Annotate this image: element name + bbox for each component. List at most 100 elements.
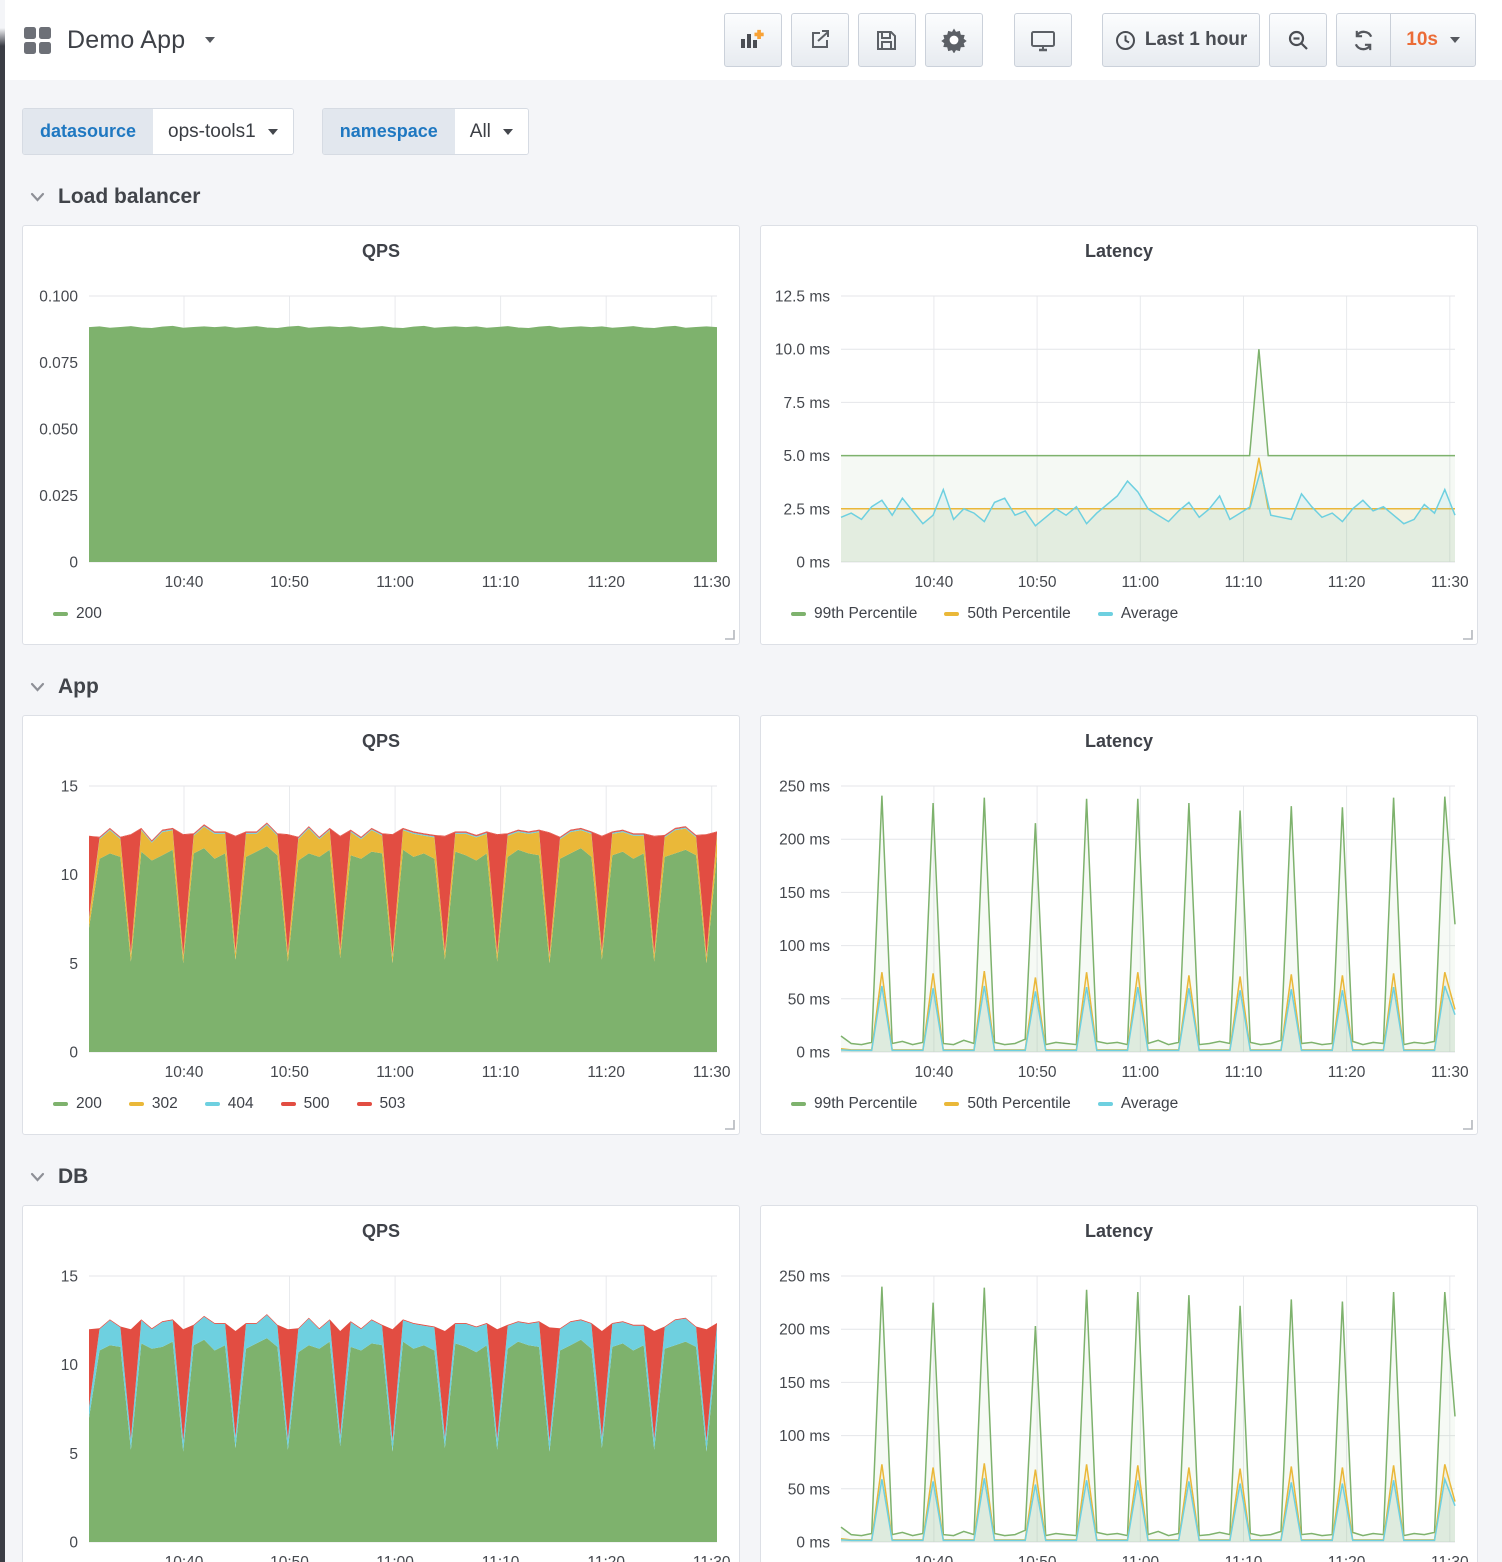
panel-title[interactable]: QPS (23, 226, 739, 272)
legend: 200 302 404 500 503 (23, 1088, 739, 1120)
legend-item[interactable]: 404 (204, 1095, 254, 1113)
namespace-select[interactable]: All (454, 109, 528, 154)
row-title: Load balancer (58, 185, 201, 208)
save-icon (877, 30, 897, 50)
monitor-icon (1030, 30, 1055, 51)
add-panel-button[interactable] (723, 13, 782, 67)
side-menu-edge[interactable] (0, 0, 5, 1562)
variable-label: namespace (322, 109, 455, 154)
panel-db-latency: Latency 0 ms 50 ms 100 ms 150 ms 200 ms 250 m… (760, 1205, 1478, 1562)
resize-handle-icon[interactable] (1462, 629, 1473, 640)
dashboard-grid-icon[interactable] (24, 26, 51, 54)
legend-item[interactable]: 200 (53, 1095, 102, 1113)
db-qps-chart[interactable]: 0 5 10 15 10:40 10:50 11:00 11:10 11:20 11:30 (23, 1252, 739, 1562)
panel-title[interactable]: Latency (761, 716, 1477, 762)
chevron-down-icon (1450, 37, 1460, 43)
row-header-db[interactable]: DB (30, 1162, 1478, 1192)
svg-text:10:40: 10:40 (915, 574, 954, 591)
dashboard-title[interactable]: Demo App (67, 26, 185, 55)
refresh-interval-dropdown[interactable]: 10s (1390, 14, 1475, 66)
chevron-down-icon[interactable] (205, 37, 216, 43)
svg-text:150 ms: 150 ms (779, 1375, 830, 1392)
svg-text:5.0 ms: 5.0 ms (783, 448, 830, 465)
variable-namespace: namespace All (321, 108, 529, 155)
share-button[interactable] (790, 13, 849, 67)
svg-text:11:20: 11:20 (1328, 574, 1366, 591)
refresh-control: 10s (1336, 13, 1476, 67)
legend-item[interactable]: 302 (128, 1095, 178, 1113)
legend-item[interactable]: 500 (280, 1095, 330, 1113)
chevron-down-icon (267, 128, 278, 135)
chevron-down-icon (30, 1172, 45, 1182)
app-latency-chart[interactable]: 0 ms 50 ms 100 ms 150 ms 200 ms 250 ms 10:40 10… (761, 762, 1477, 1088)
svg-text:0.050: 0.050 (39, 422, 78, 439)
svg-text:10:40: 10:40 (165, 1064, 204, 1081)
time-range-picker[interactable]: Last 1 hour (1101, 13, 1261, 67)
save-button[interactable] (857, 13, 916, 67)
svg-text:50 ms: 50 ms (788, 1481, 830, 1498)
legend-swatch (53, 1102, 68, 1106)
datasource-select[interactable]: ops-tools1 (153, 109, 293, 154)
panel-title[interactable]: QPS (23, 716, 739, 762)
svg-text:10.0 ms: 10.0 ms (775, 342, 830, 359)
panel-title[interactable]: Latency (761, 1206, 1477, 1252)
legend-item[interactable]: Average (1097, 605, 1178, 623)
svg-text:10: 10 (61, 867, 79, 884)
legend-item[interactable]: 50th Percentile (944, 605, 1071, 623)
row-header-app[interactable]: App (30, 672, 1478, 702)
legend-item[interactable]: 503 (356, 1095, 405, 1113)
row-header-load-balancer[interactable]: Load balancer (30, 182, 1478, 212)
svg-text:0.075: 0.075 (39, 355, 78, 372)
panel-title[interactable]: QPS (23, 1206, 739, 1252)
clock-icon (1115, 30, 1135, 50)
legend-item[interactable]: 50th Percentile (944, 1095, 1071, 1113)
svg-text:11:10: 11:10 (482, 1554, 520, 1562)
resize-handle-icon[interactable] (724, 1119, 735, 1130)
lb-qps-chart[interactable]: 0 0.025 0.050 0.075 0.100 10:40 10:50 11:00 11:1… (23, 272, 739, 598)
svg-text:10:40: 10:40 (915, 1064, 954, 1081)
svg-text:10: 10 (61, 1357, 79, 1374)
zoom-out-button[interactable] (1269, 13, 1328, 67)
svg-text:200 ms: 200 ms (779, 832, 830, 849)
tv-mode-button[interactable] (1013, 13, 1072, 67)
svg-text:0 ms: 0 ms (796, 1535, 830, 1552)
svg-text:200 ms: 200 ms (779, 1322, 830, 1339)
svg-text:5: 5 (69, 1446, 78, 1463)
svg-text:11:30: 11:30 (1431, 1554, 1469, 1562)
legend-swatch (204, 1102, 220, 1106)
legend-item[interactable]: 99th Percentile (791, 1095, 917, 1113)
svg-text:2.5 ms: 2.5 ms (783, 501, 830, 518)
zoom-out-icon (1288, 30, 1308, 50)
svg-text:11:00: 11:00 (1121, 1554, 1159, 1562)
legend-item[interactable]: 200 (53, 605, 102, 623)
variable-label: datasource (23, 109, 154, 154)
panel-db-qps: QPS 0 5 10 15 10:40 10:50 11:00 11:10 11:20 11:30… (22, 1205, 740, 1562)
settings-button[interactable] (924, 13, 983, 67)
svg-text:11:10: 11:10 (482, 574, 520, 591)
svg-text:250 ms: 250 ms (779, 1269, 830, 1286)
lb-latency-chart[interactable]: 0 ms 2.5 ms 5.0 ms 7.5 ms 10.0 ms 12.5 ms 10:4… (761, 272, 1477, 598)
svg-text:15: 15 (61, 1269, 78, 1286)
refresh-interval-label: 10s (1406, 29, 1438, 50)
legend-swatch (791, 1102, 806, 1106)
resize-handle-icon[interactable] (1462, 1119, 1473, 1130)
svg-text:11:00: 11:00 (1121, 1064, 1159, 1081)
app-qps-chart[interactable]: 0 5 10 15 10:40 10:50 11:00 11:10 11:20 11:30 (23, 762, 739, 1088)
row-title: App (58, 675, 99, 698)
svg-text:10:40: 10:40 (915, 1554, 954, 1562)
svg-text:11:00: 11:00 (376, 1554, 414, 1562)
svg-text:11:20: 11:20 (587, 1554, 625, 1562)
legend-item[interactable]: Average (1097, 1095, 1178, 1113)
variable-datasource: datasource ops-tools1 (22, 108, 294, 155)
panel-title[interactable]: Latency (761, 226, 1477, 272)
svg-text:10:50: 10:50 (270, 574, 309, 591)
legend-swatch (356, 1102, 372, 1106)
resize-handle-icon[interactable] (724, 629, 735, 640)
navbar: Demo App Last 1 hour 10s (0, 0, 1502, 80)
svg-text:7.5 ms: 7.5 ms (783, 395, 830, 412)
datasource-value: ops-tools1 (168, 120, 256, 142)
db-latency-chart[interactable]: 0 ms 50 ms 100 ms 150 ms 200 ms 250 ms 10:40 10… (761, 1252, 1477, 1562)
legend-item[interactable]: 99th Percentile (791, 605, 917, 623)
refresh-button[interactable] (1337, 14, 1390, 66)
svg-text:5: 5 (69, 956, 78, 973)
